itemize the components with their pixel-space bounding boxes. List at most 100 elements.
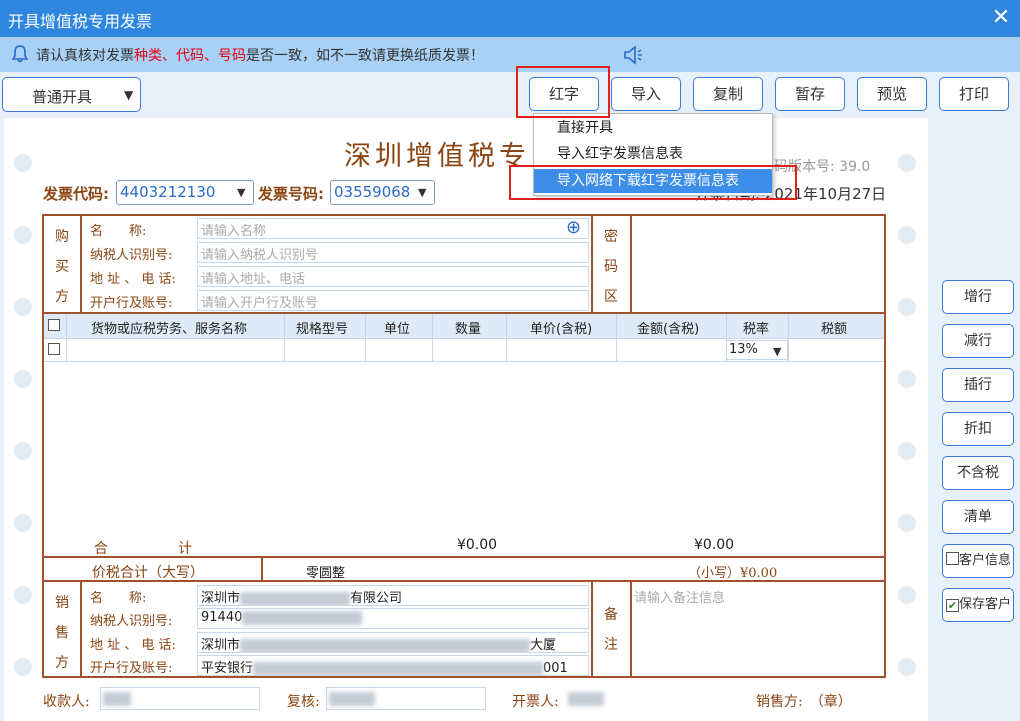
seller-taxid-input[interactable]: 91440: [197, 608, 589, 629]
punch-hole: [14, 514, 32, 532]
invoice-title: 深圳增值税专: [344, 141, 530, 172]
punch-hole: [898, 370, 916, 388]
title-bar: [0, 0, 1020, 37]
discount-button[interactable]: 折扣: [942, 412, 1014, 446]
tax-rate-value: 13%: [729, 342, 758, 357]
list-button[interactable]: 清单: [942, 500, 1014, 534]
seller-address-input[interactable]: 深圳市 大厦: [197, 632, 589, 653]
import-button[interactable]: 导入: [611, 77, 681, 111]
seller-bank-input[interactable]: 平安银行 001: [197, 655, 589, 676]
payee-label: 收款人:: [43, 694, 90, 710]
seller-name-input[interactable]: 深圳市 有限公司: [197, 585, 589, 606]
reviewer-label: 复核:: [287, 694, 320, 710]
buyer-label-3: 方: [55, 289, 69, 305]
col-amount: 金额(含税): [637, 322, 700, 337]
row-checkbox[interactable]: [48, 343, 60, 355]
close-button[interactable]: ✕: [988, 4, 1014, 32]
col-tax-rate: 税率: [743, 322, 770, 337]
select-all-checkbox[interactable]: [48, 319, 60, 331]
punch-hole: [898, 298, 916, 316]
punch-hole: [898, 154, 916, 172]
tax-exclusive-button[interactable]: 不含税: [942, 456, 1014, 490]
insert-row-button[interactable]: 插行: [942, 368, 1014, 402]
save-customer-button[interactable]: ✔ 保存客户: [942, 588, 1014, 622]
delete-row-button[interactable]: 减行: [942, 324, 1014, 358]
punch-hole: [14, 586, 32, 604]
buyer-label-1: 购: [55, 229, 69, 245]
cipher-label-2: 码: [604, 259, 618, 275]
divider: [591, 580, 593, 678]
issuer-value: [568, 692, 604, 706]
divider: [630, 580, 632, 678]
menu-item-import-red-info[interactable]: 导入红字发票信息表: [534, 142, 772, 166]
bell-icon: [12, 45, 28, 63]
row-divider: [44, 338, 884, 339]
chevron-down-icon: ▼: [773, 345, 782, 358]
seller-label-1: 销: [55, 595, 69, 611]
divider: [261, 556, 263, 582]
seller-label-3: 方: [55, 655, 69, 671]
col-goods-name: 货物或应税劳务、服务名称: [91, 322, 248, 337]
remark-label-1: 备: [604, 607, 618, 623]
remark-label-2: 注: [604, 637, 618, 653]
seller-bank-label: 开户行及账号:: [90, 661, 173, 676]
punch-hole: [898, 514, 916, 532]
reviewer-value: [329, 692, 375, 706]
speaker-icon[interactable]: [622, 44, 646, 66]
seller-taxid-label: 纳税人识别号:: [90, 614, 173, 629]
cipher-label-3: 区: [604, 289, 618, 305]
punch-hole: [14, 658, 32, 676]
add-row-button[interactable]: 增行: [942, 280, 1014, 314]
customer-info-checkbox[interactable]: [946, 552, 959, 565]
print-button[interactable]: 打印: [939, 77, 1009, 111]
divider: [80, 580, 82, 678]
buyer-name-label: 名 称:: [90, 224, 147, 239]
buyer-taxid-label: 纳税人识别号:: [90, 248, 173, 263]
col-spec: 规格型号: [296, 322, 349, 337]
preview-button[interactable]: 预览: [857, 77, 927, 111]
invoice-code-value: 4403212130: [120, 183, 216, 201]
invoice-number-value: 03559068: [334, 183, 411, 201]
copy-button[interactable]: 复制: [693, 77, 763, 111]
punch-hole: [14, 154, 32, 172]
seller-seal-label: 销售方: （章）: [756, 694, 852, 710]
buyer-bank-input[interactable]: 请输入开户行及账号: [197, 290, 589, 311]
invoice-code-label: 发票代码:: [43, 185, 109, 203]
buyer-address-label: 地 址 、 电 话:: [90, 272, 176, 287]
total-amount: ¥0.00: [457, 537, 498, 553]
buyer-name-input[interactable]: 请输入名称: [197, 218, 589, 239]
punch-hole: [898, 442, 916, 460]
save-draft-button[interactable]: 暂存: [775, 77, 845, 111]
total-words: 零圆整: [306, 566, 346, 581]
notice-highlight: 种类、代码、号码: [134, 48, 246, 64]
buyer-address-input[interactable]: 请输入地址、电话: [197, 266, 589, 287]
buyer-bank-label: 开户行及账号:: [90, 296, 173, 311]
remark-input[interactable]: 请输入备注信息: [634, 587, 725, 606]
punch-hole: [898, 658, 916, 676]
checkmark-icon[interactable]: ✔: [946, 599, 959, 612]
buyer-taxid-input[interactable]: 请输入纳税人识别号: [197, 242, 589, 263]
invoice-number-label: 发票号码:: [258, 185, 324, 203]
punch-hole: [14, 370, 32, 388]
chevron-down-icon: ▼: [237, 186, 246, 199]
payee-value: [103, 692, 131, 706]
total-small: （小写）¥0.00: [688, 566, 778, 581]
seller-name-label: 名 称:: [90, 591, 147, 606]
buyer-label-2: 买: [55, 259, 69, 275]
chevron-down-icon: ▼: [124, 88, 134, 102]
total-tax: ¥0.00: [694, 537, 735, 553]
add-buyer-icon[interactable]: ⊕: [566, 217, 581, 238]
window-title: 开具增值税专用发票: [8, 12, 153, 31]
customer-info-button[interactable]: 客户信息: [942, 544, 1014, 578]
total-label: 合 计: [94, 541, 192, 557]
col-quantity: 数量: [455, 322, 482, 337]
col-unit: 单位: [384, 322, 411, 337]
punch-hole: [898, 226, 916, 244]
punch-hole: [14, 298, 32, 316]
mode-label: 普通开具: [32, 88, 93, 106]
divider: [591, 214, 593, 314]
col-tax-amount: 税额: [821, 322, 848, 337]
row-divider: [44, 361, 884, 362]
menu-item-direct-issue[interactable]: 直接开具: [534, 116, 772, 140]
seller-label-2: 售: [55, 625, 69, 641]
